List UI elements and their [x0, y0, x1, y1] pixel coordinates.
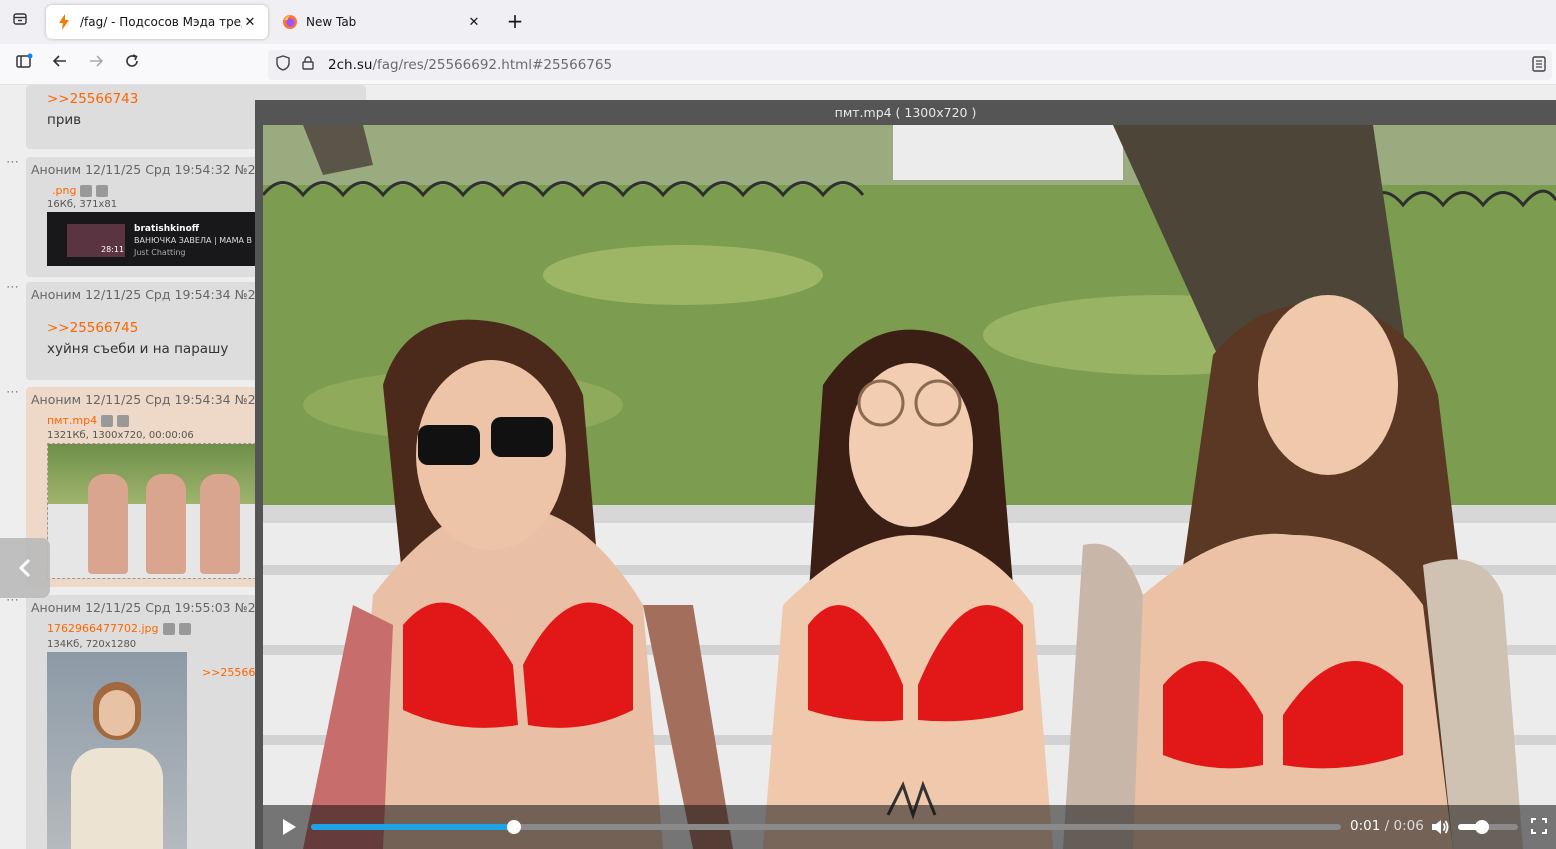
post-header: Аноним 12/11/25 Срд 19:55:03 №25: [31, 600, 264, 615]
post-menu-icon[interactable]: ⋯: [6, 280, 20, 295]
sidebar-toggle-button[interactable]: [12, 52, 36, 76]
video-content: [263, 125, 1556, 849]
download-icon[interactable]: [178, 622, 191, 635]
firefox-favicon-icon: [282, 14, 298, 30]
close-tab-icon[interactable]: ✕: [466, 15, 482, 30]
post-author: Аноним: [31, 600, 82, 615]
tab-manager-icon: [13, 13, 27, 25]
progress-handle[interactable]: [506, 820, 521, 834]
media-viewer: пмт.mp4 ( 1300x720 ) 0:01 / 0:06: [255, 100, 1556, 849]
file-link[interactable]: .png: [52, 184, 109, 197]
search-image-icon[interactable]: [80, 184, 93, 197]
fullscreen-button[interactable]: [1531, 818, 1547, 838]
download-icon[interactable]: [96, 184, 109, 197]
post-author: Аноним: [31, 392, 82, 407]
speaker-icon: [1432, 820, 1449, 834]
download-icon[interactable]: [117, 414, 130, 427]
file-name[interactable]: .png: [52, 184, 76, 197]
post-author: Аноним: [31, 287, 82, 302]
play-icon: [283, 819, 296, 835]
reload-button[interactable]: [120, 52, 144, 76]
file-name[interactable]: 1762966477702.jpg: [47, 622, 159, 635]
close-tab-icon[interactable]: ✕: [242, 15, 258, 30]
tab-manager-button[interactable]: [8, 10, 32, 34]
time-total: 0:06: [1393, 818, 1424, 834]
post-menu-icon[interactable]: ⋯: [6, 385, 20, 400]
time-current: 0:01: [1350, 818, 1381, 834]
tab-new-tab[interactable]: New Tab ✕: [272, 5, 492, 39]
progress-bar[interactable]: [311, 820, 1341, 834]
stream-channel: bratishkinoff: [134, 224, 200, 234]
post-text: хуйня съеби и на парашу: [47, 341, 229, 357]
reload-icon: [126, 54, 138, 67]
post-date: 12/11/25 Срд 19:54:34: [85, 392, 231, 407]
tab-2ch-thread[interactable]: /fag/ - Подсосов Мэда тред № ✕: [46, 5, 268, 39]
thumbnail-face: [99, 690, 135, 736]
volume-slider[interactable]: [1458, 820, 1518, 834]
file-info: 16Кб, 371x81: [47, 199, 118, 210]
arrow-right-icon: [90, 55, 104, 67]
chevron-left-icon: [18, 558, 31, 578]
reader-view-icon[interactable]: [1532, 56, 1548, 72]
thumbnail-body: [71, 748, 163, 849]
fullscreen-icon: [1531, 818, 1547, 834]
mute-button[interactable]: [1430, 817, 1450, 841]
reply-link[interactable]: >>25566745: [47, 320, 138, 336]
play-button[interactable]: [281, 818, 297, 840]
stream-category: Just Chatting: [134, 248, 186, 257]
file-name[interactable]: пмт.mp4: [47, 414, 97, 427]
file-link[interactable]: пмт.mp4: [47, 414, 130, 427]
back-button[interactable]: [48, 52, 72, 76]
post-date: 12/11/25 Срд 19:54:34: [85, 287, 231, 302]
tab-title: New Tab: [306, 15, 357, 29]
forward-button[interactable]: [84, 52, 108, 76]
tab-bar: /fag/ - Подсосов Мэда тред № ✕ New Tab ✕…: [0, 0, 1556, 44]
thumbnail-figure: [200, 474, 240, 574]
tracking-shield-icon[interactable]: [276, 55, 292, 75]
post-date: 12/11/25 Срд 19:55:03: [85, 600, 231, 615]
progress-fill: [311, 824, 514, 830]
new-tab-button[interactable]: +: [503, 10, 527, 34]
stream-title: ВАНЮЧКА ЗАВЕЛА | МАМА В: [134, 236, 252, 245]
post-header: Аноним 12/11/25 Срд 19:54:32 №25: [31, 162, 264, 177]
post-header: Аноним 12/11/25 Срд 19:54:34 №25: [31, 392, 264, 407]
lock-icon[interactable]: [302, 56, 318, 74]
url-host: 2ch.su: [328, 57, 373, 73]
sidebar-icon: [16, 53, 33, 68]
thumbnail-figure: [146, 474, 186, 574]
file-info: 134Кб, 720x1280: [47, 639, 137, 650]
time-separator: /: [1384, 818, 1390, 834]
post-header: Аноним 12/11/25 Срд 19:54:34 №25: [31, 287, 264, 302]
media-viewer-title[interactable]: пмт.mp4 ( 1300x720 ): [255, 100, 1556, 125]
file-info: 1321Кб, 1300x720, 00:00:06: [47, 430, 194, 441]
arrow-left-icon: [52, 55, 66, 67]
tab-title: /fag/ - Подсосов Мэда тред №: [80, 15, 242, 29]
url-path: /fag/res/25566692.html#25566765: [372, 57, 613, 73]
image-thumbnail[interactable]: [47, 652, 187, 849]
video-controls: 0:01 / 0:06: [263, 805, 1556, 849]
post-menu-icon[interactable]: ⋯: [6, 155, 20, 170]
search-image-icon[interactable]: [101, 414, 114, 427]
post-text: прив: [47, 112, 82, 128]
thumbnail-figure: [88, 474, 128, 574]
address-bar[interactable]: 2ch.su/fag/res/25566692.html#25566765: [268, 50, 1552, 80]
post-date: 12/11/25 Срд 19:54:32: [85, 162, 231, 177]
video-frame[interactable]: [263, 125, 1556, 849]
post-author: Аноним: [31, 162, 82, 177]
file-link[interactable]: 1762966477702.jpg: [47, 622, 191, 635]
time-display: 0:01 / 0:06: [1350, 818, 1424, 834]
lightning-favicon-icon: [56, 14, 72, 30]
navigation-bar: 2ch.su/fag/res/25566692.html#25566765: [0, 44, 1556, 85]
previous-media-button[interactable]: [0, 538, 50, 598]
reply-link[interactable]: >>25566743: [47, 91, 138, 107]
stream-duration: 28:11: [101, 245, 125, 254]
volume-handle[interactable]: [1475, 820, 1489, 834]
search-image-icon[interactable]: [162, 622, 175, 635]
